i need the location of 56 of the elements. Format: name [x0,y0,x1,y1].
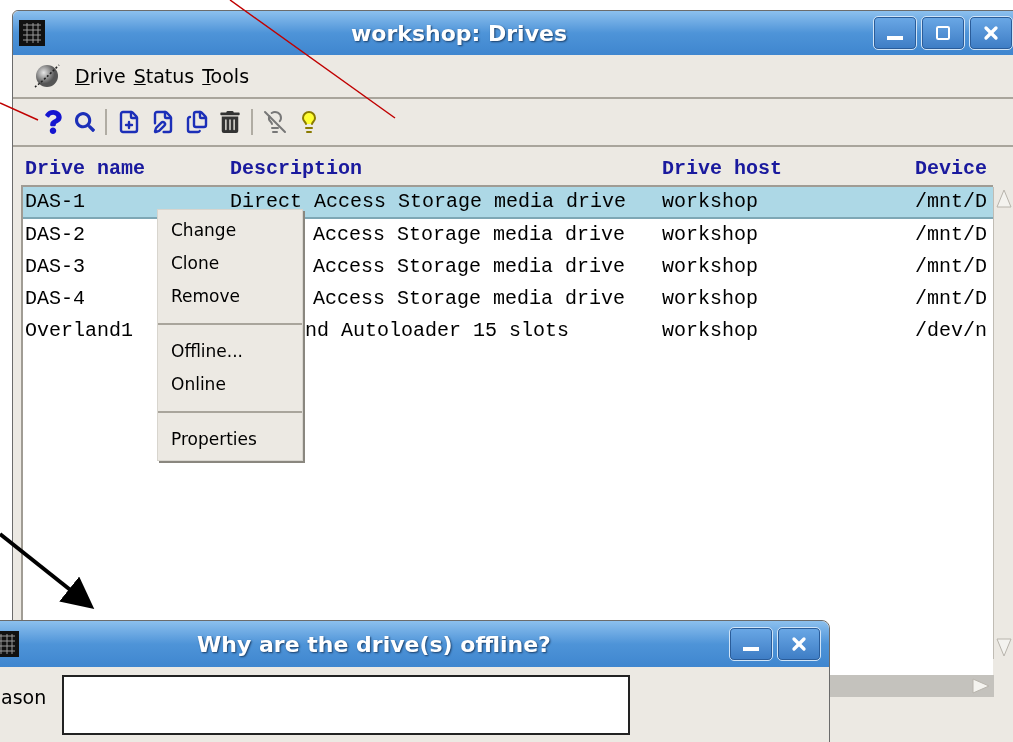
lightbulb-off-icon[interactable] [263,110,287,134]
window-title: workshop: Drives [351,19,567,48]
maximize-button[interactable] [921,16,965,50]
reason-input[interactable] [62,675,631,735]
table-cell: Access Storage media drive [313,225,626,245]
table-cell: /mnt/D [915,225,987,245]
close-icon [789,634,809,654]
table-cell: DAS-4 [25,289,85,309]
column-header[interactable]: Description [226,154,658,184]
menu-item[interactable]: Tools [202,61,250,91]
table-cell: workshop [662,257,758,277]
table-cell: Overland1 [25,321,134,341]
table-cell: DAS-3 [25,257,85,277]
copy-documents-icon[interactable] [185,110,209,134]
table-cell: workshop [662,192,758,212]
menu-item[interactable]: Status [133,61,195,91]
context-menu-item[interactable]: Clone [158,247,302,280]
minimize-button[interactable] [873,16,917,50]
table-cell: workshop [662,321,758,341]
table-cell: workshop [662,289,758,309]
table-cell: Direct Access Storage media drive [230,192,627,212]
minimize-icon [743,647,759,651]
table-cell: DAS-1 [25,192,85,212]
minimize-button[interactable] [729,627,773,661]
close-button[interactable] [777,627,821,661]
column-header[interactable]: Device [911,154,989,184]
column-header[interactable]: Drive host [658,154,911,184]
table-cell: /mnt/D [915,257,987,277]
minimize-icon [887,36,903,40]
app-icon [19,20,45,46]
table-cell: Access Storage media drive [313,257,626,277]
annotation-line [0,102,39,121]
context-menu-item[interactable]: Online [158,368,302,401]
column-header[interactable]: Drive name [21,154,226,184]
edit-document-icon[interactable] [151,110,175,134]
context-menu-item[interactable]: Offline... [158,335,302,368]
selected-row[interactable]: DAS-1 Direct Access Storage media drive workshop /mnt/D [23,187,993,219]
table-cell: DAS-2 [25,225,85,245]
close-button[interactable] [969,16,1013,50]
menu-item[interactable]: Drive [75,61,126,91]
table-cell: /mnt/D [915,192,987,212]
table-cell: workshop [662,225,758,245]
table-cell: /dev/n [915,321,987,341]
close-icon [981,23,1001,43]
maximize-icon [935,25,951,41]
field-label: ason [1,685,47,710]
search-icon[interactable] [75,112,95,132]
table-cell: /mnt/D [915,289,987,309]
new-document-icon[interactable] [117,110,141,134]
table-cell: Access Storage media drive [313,289,626,309]
table-cell: nd Autoloader 15 slots [305,321,570,341]
app-icon [0,631,19,657]
context-menu-item[interactable]: Properties [158,423,302,456]
dialog-title: Why are the drive(s) offline? [197,630,551,659]
trash-icon[interactable] [219,111,241,133]
context-menu-item[interactable]: Remove [158,280,302,313]
